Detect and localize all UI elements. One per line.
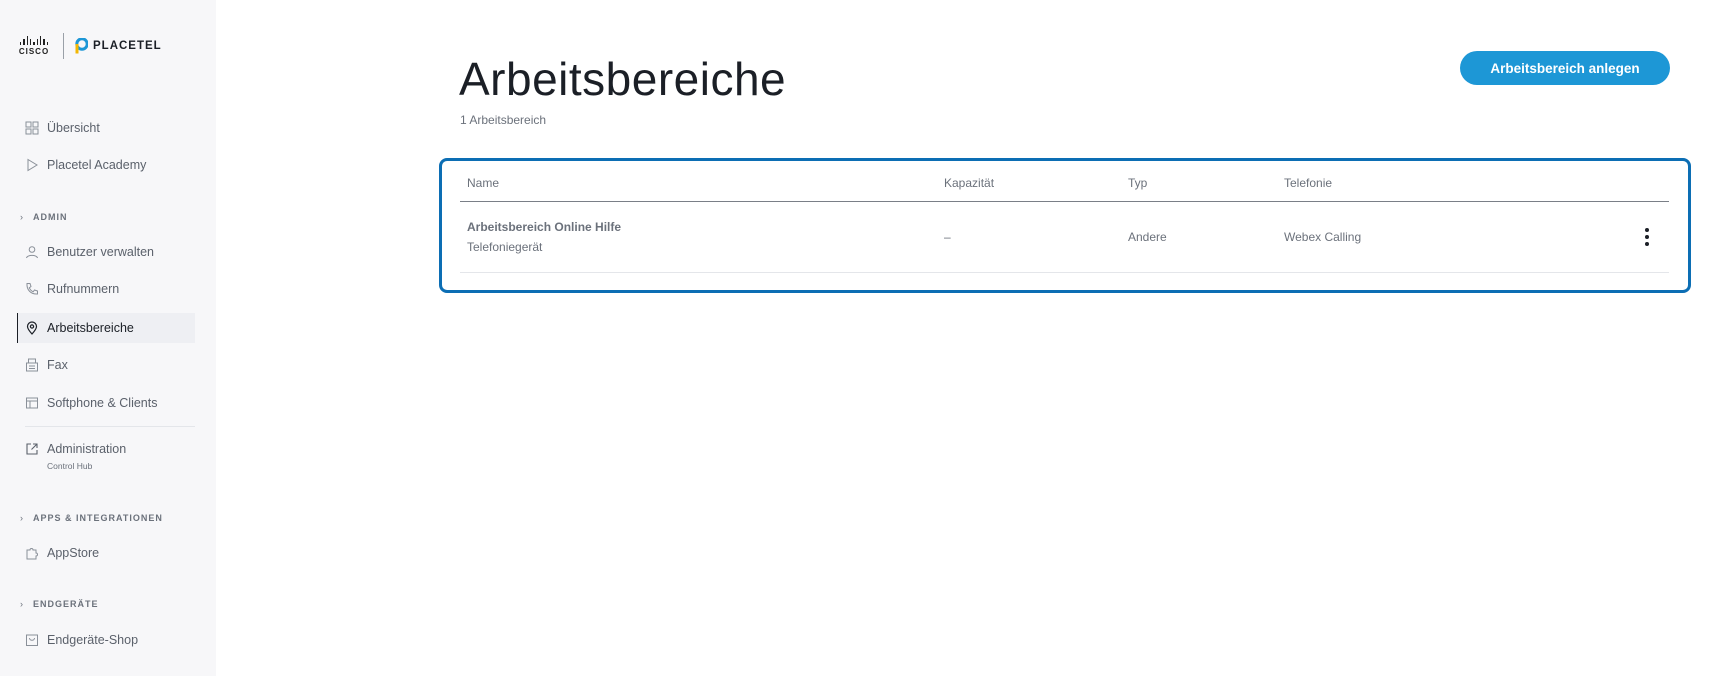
column-header-telephony[interactable]: Telefonie — [1284, 176, 1332, 190]
workspace-type: Andere — [1128, 230, 1167, 244]
grid-icon — [25, 121, 39, 135]
column-header-capacity[interactable]: Kapazität — [944, 176, 994, 190]
sidebar-item-label: Rufnummern — [47, 282, 120, 296]
section-devices-toggle[interactable]: › ENDGERÄTE — [20, 599, 99, 609]
column-header-name[interactable]: Name — [467, 176, 499, 190]
sidebar-item-label: Übersicht — [47, 121, 100, 135]
chevron-right-icon: › — [20, 513, 24, 523]
puzzle-icon — [25, 546, 39, 560]
sidebar-item-label: Softphone & Clients — [47, 396, 158, 410]
section-admin-toggle[interactable]: › ADMIN — [20, 212, 68, 222]
sidebar-item-administration[interactable]: Administration — [25, 440, 126, 458]
chevron-right-icon: › — [20, 212, 24, 222]
section-admin-label: ADMIN — [33, 212, 68, 222]
workspace-name[interactable]: Arbeitsbereich Online Hilfe — [467, 220, 621, 234]
workspace-count: 1 Arbeitsbereich — [460, 113, 547, 127]
table-header-divider — [460, 201, 1669, 202]
fax-icon — [25, 358, 39, 372]
logo-divider — [63, 33, 64, 59]
workspace-subtitle: Telefoniegerät — [467, 240, 543, 254]
workspace-capacity: – — [944, 230, 951, 244]
section-devices-label: ENDGERÄTE — [33, 599, 99, 609]
external-link-icon — [25, 442, 39, 456]
sidebar-item-academy[interactable]: Placetel Academy — [25, 156, 146, 174]
placetel-wordmark: PLACETEL — [93, 40, 162, 52]
page-title: Arbeitsbereiche — [459, 53, 787, 105]
sidebar: CISCO PLACETEL Übersicht Placetel Academ… — [0, 0, 216, 676]
column-header-type[interactable]: Typ — [1128, 176, 1147, 190]
sidebar-item-label: Fax — [47, 358, 68, 372]
table-row-divider — [460, 272, 1669, 273]
cisco-bars-icon — [20, 36, 48, 45]
section-apps-label: APPS & INTEGRATIONEN — [33, 513, 163, 523]
cisco-wordmark: CISCO — [18, 47, 50, 56]
sidebar-item-label: Administration — [47, 442, 127, 456]
user-icon — [25, 245, 39, 259]
sidebar-item-appstore[interactable]: AppStore — [25, 544, 99, 562]
sidebar-divider — [25, 426, 195, 427]
sidebar-item-arbeitsbereiche[interactable]: Arbeitsbereiche — [25, 319, 134, 337]
play-icon — [25, 158, 39, 172]
section-apps-toggle[interactable]: › APPS & INTEGRATIONEN — [20, 513, 163, 523]
sidebar-item-fax[interactable]: Fax — [25, 356, 68, 374]
sidebar-item-endgeraete-shop[interactable]: Endgeräte-Shop — [25, 631, 138, 649]
sidebar-item-label: AppStore — [47, 546, 100, 560]
cisco-logo: CISCO — [15, 36, 53, 56]
workspace-telephony: Webex Calling — [1284, 230, 1362, 244]
administration-subtitle: Control Hub — [47, 461, 93, 471]
create-workspace-button[interactable]: Arbeitsbereich anlegen — [1460, 51, 1670, 85]
sidebar-item-benutzer[interactable]: Benutzer verwalten — [25, 243, 154, 261]
location-pin-icon — [25, 321, 39, 335]
shopping-bag-icon — [25, 633, 39, 647]
window-icon — [25, 396, 39, 410]
sidebar-item-uebersicht[interactable]: Übersicht — [25, 119, 100, 137]
row-more-options-icon[interactable] — [1640, 226, 1654, 248]
phone-icon — [25, 282, 39, 296]
sidebar-item-label: Arbeitsbereiche — [47, 321, 134, 335]
chevron-right-icon: › — [20, 599, 24, 609]
sidebar-item-label: Placetel Academy — [47, 158, 147, 172]
placetel-logo-icon — [75, 38, 88, 54]
sidebar-item-softphone[interactable]: Softphone & Clients — [25, 394, 158, 412]
logo[interactable]: CISCO PLACETEL — [15, 32, 162, 60]
sidebar-item-label: Benutzer verwalten — [47, 245, 155, 259]
sidebar-item-rufnummern[interactable]: Rufnummern — [25, 280, 119, 298]
sidebar-item-label: Endgeräte-Shop — [47, 633, 139, 647]
